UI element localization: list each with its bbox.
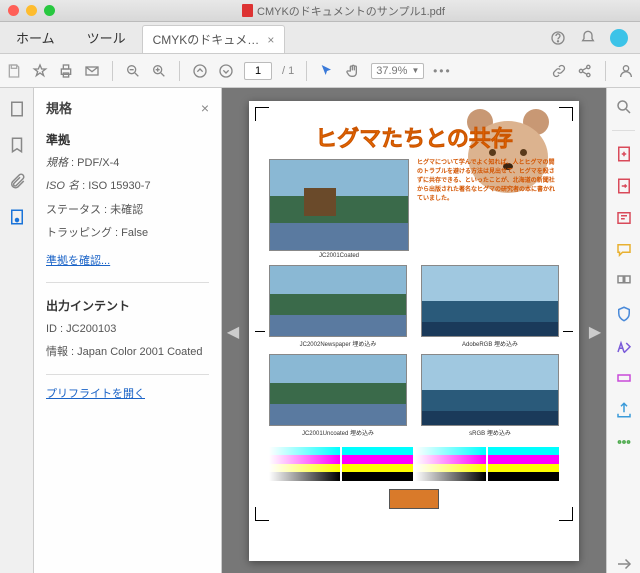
image-main: [269, 159, 409, 251]
standards-panel: 規格× 準拠 規格 : PDF/X-4 ISO 名 : ISO 15930-7 …: [34, 88, 222, 573]
more-tools-icon[interactable]: [615, 433, 633, 451]
left-rail: i: [0, 88, 34, 573]
right-rail: [606, 88, 640, 573]
check-compliance-link[interactable]: 準拠を確認...: [46, 252, 110, 268]
upload-icon[interactable]: [615, 401, 633, 419]
tab-home[interactable]: ホーム: [0, 22, 71, 53]
thumbnails-icon[interactable]: [8, 100, 26, 118]
document-area[interactable]: ◀ ▶ ヒグマたちとの共存 JC2001Coated ヒグマについて学んでよく知…: [222, 88, 606, 573]
iso-row: ISO 名 : ISO 15930-7: [46, 179, 209, 194]
close-panel-icon[interactable]: ×: [201, 100, 209, 116]
comment-icon[interactable]: [615, 241, 633, 259]
crop-mark: [255, 331, 265, 345]
zoom-in-icon[interactable]: [151, 63, 167, 79]
organize-icon[interactable]: [615, 273, 633, 291]
link-icon[interactable]: [551, 63, 567, 79]
caption-2: JC2002Newspaper 埋め込み: [269, 339, 407, 348]
spec-row: 規格 : PDF/X-4: [46, 156, 209, 171]
page-down-icon[interactable]: [218, 63, 234, 79]
toolbar: / 1 37.9%▼ •••: [0, 54, 640, 88]
tab-tools[interactable]: ツール: [71, 22, 142, 53]
zoom-out-icon[interactable]: [125, 63, 141, 79]
zoom-window-button[interactable]: [44, 5, 55, 16]
attachment-icon[interactable]: [8, 172, 26, 190]
close-tab-icon[interactable]: ×: [267, 33, 274, 47]
info-row: 情報 : Japan Color 2001 Coated: [46, 345, 209, 360]
minimize-window-button[interactable]: [26, 5, 37, 16]
next-page-icon[interactable]: ▶: [586, 322, 604, 340]
bookmark-icon[interactable]: [8, 136, 26, 154]
search-icon[interactable]: [615, 98, 633, 116]
crop-mark: [563, 331, 573, 345]
select-tool-icon[interactable]: [319, 63, 335, 79]
page-heading: ヒグマたちとの共存: [269, 121, 559, 153]
caption-3: AdobeRGB 埋め込み: [421, 339, 559, 348]
crop-mark: [559, 107, 573, 121]
tab-document[interactable]: CMYKのドキュメ…×: [142, 25, 286, 53]
protect-icon[interactable]: [615, 305, 633, 323]
star-icon[interactable]: [32, 63, 48, 79]
image-5: [421, 354, 559, 426]
save-icon[interactable]: [6, 63, 22, 79]
prev-page-icon[interactable]: ◀: [224, 322, 242, 340]
section-compliance: 準拠: [46, 131, 209, 148]
color-test-bars: [269, 447, 559, 481]
color-swatch: [389, 489, 439, 509]
help-icon[interactable]: [550, 30, 566, 46]
tab-bar: ホーム ツール CMYKのドキュメ…×: [0, 22, 640, 54]
print-icon[interactable]: [58, 63, 74, 79]
mail-icon[interactable]: [84, 63, 100, 79]
share-icon[interactable]: [577, 63, 593, 79]
window-titlebar: CMYKのドキュメントのサンプル1.pdf: [0, 0, 640, 22]
pdf-icon: [242, 4, 253, 17]
crop-mark: [559, 507, 573, 521]
crop-mark: [255, 507, 269, 521]
zoom-select[interactable]: 37.9%▼: [371, 63, 424, 79]
close-window-button[interactable]: [8, 5, 19, 16]
body-text: ヒグマについて学んでよく知れば、人とヒグマの間のトラブルを避ける方法は見出せて、…: [417, 159, 559, 259]
collapse-rail-icon[interactable]: [615, 555, 633, 573]
image-2: [269, 265, 407, 337]
trapping-row: トラッピング : False: [46, 226, 209, 241]
image-4: [269, 354, 407, 426]
sign-icon[interactable]: [615, 337, 633, 355]
page-input[interactable]: [244, 62, 272, 80]
caption-5: sRGB 埋め込み: [421, 428, 559, 437]
user-icon[interactable]: [618, 63, 634, 79]
id-row: ID : JC200103: [46, 322, 209, 337]
hand-tool-icon[interactable]: [345, 63, 361, 79]
page-total: / 1: [282, 65, 294, 77]
export-pdf-icon[interactable]: [615, 177, 633, 195]
create-pdf-icon[interactable]: [615, 145, 633, 163]
status-row: ステータス : 未確認: [46, 203, 209, 218]
bell-icon[interactable]: [580, 30, 596, 46]
window-title: CMYKのドキュメントのサンプル1.pdf: [257, 3, 445, 19]
pdf-page: ヒグマたちとの共存 JC2001Coated ヒグマについて学んでよく知れば、人…: [249, 101, 579, 561]
caption-1: JC2001Coated: [269, 253, 409, 259]
chevron-down-icon: ▼: [411, 66, 419, 75]
edit-pdf-icon[interactable]: [615, 209, 633, 227]
panel-title: 規格: [46, 98, 72, 117]
standards-icon[interactable]: i: [8, 208, 26, 226]
caption-4: JC2001Uncoated 埋め込み: [269, 428, 407, 437]
redact-icon[interactable]: [615, 369, 633, 387]
more-icon[interactable]: •••: [434, 63, 450, 79]
section-output-intent: 出力インテント: [46, 297, 209, 314]
image-3: [421, 265, 559, 337]
page-up-icon[interactable]: [192, 63, 208, 79]
open-preflight-link[interactable]: プリフライトを開く: [46, 385, 145, 401]
crop-mark: [255, 107, 269, 121]
avatar[interactable]: [610, 29, 628, 47]
